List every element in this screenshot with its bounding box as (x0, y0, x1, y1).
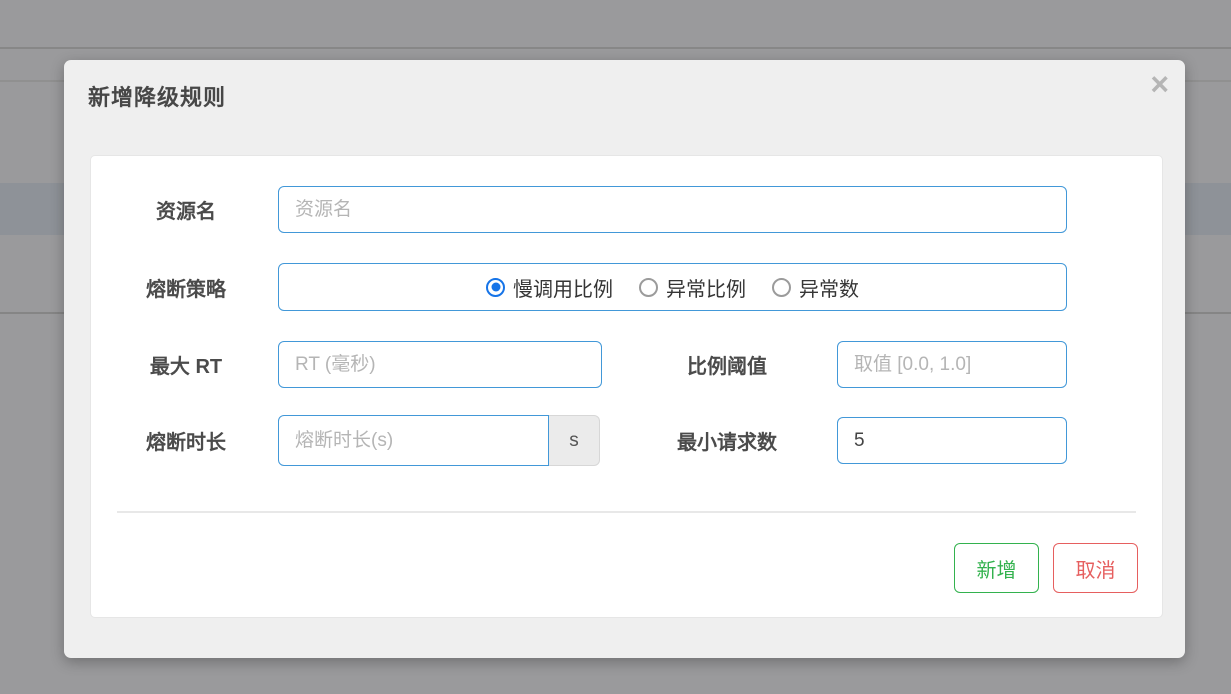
resource-name-input[interactable] (278, 186, 1067, 233)
background-table-line (0, 47, 1231, 49)
radio-label: 慢调用比例 (513, 273, 613, 302)
add-degrade-rule-dialog: 新增降级规则 × 资源名 熔断策略 慢调用比例 异常比例 异常数 (64, 60, 1185, 658)
dialog-title: 新增降级规则 (88, 80, 226, 112)
resource-name-label: 资源名 (111, 186, 261, 233)
strategy-label: 熔断策略 (111, 263, 261, 311)
footer-divider (117, 511, 1136, 513)
radio-unselected-icon (772, 278, 791, 297)
radio-error-ratio[interactable]: 异常比例 (639, 273, 746, 302)
ratio-threshold-label: 比例阈值 (647, 341, 807, 388)
radio-label: 异常数 (799, 273, 859, 302)
dimmed-page-background: 新增降级规则 × 资源名 熔断策略 慢调用比例 异常比例 异常数 (0, 0, 1231, 694)
ratio-threshold-input[interactable] (837, 341, 1067, 388)
max-rt-label: 最大 RT (111, 341, 261, 388)
rule-form-panel: 资源名 熔断策略 慢调用比例 异常比例 异常数 最大 RT 比例阈值 (90, 155, 1163, 618)
radio-selected-icon (486, 278, 505, 297)
strategy-radio-group: 慢调用比例 异常比例 异常数 (278, 263, 1067, 311)
confirm-button[interactable]: 新增 (954, 543, 1039, 593)
recovery-timeout-label: 熔断时长 (111, 415, 261, 466)
seconds-unit-addon: s (549, 415, 600, 466)
min-request-label: 最小请求数 (647, 417, 807, 464)
radio-unselected-icon (639, 278, 658, 297)
min-request-input[interactable] (837, 417, 1067, 464)
max-rt-input[interactable] (278, 341, 602, 388)
cancel-button[interactable]: 取消 (1053, 543, 1138, 593)
radio-label: 异常比例 (666, 273, 746, 302)
radio-slow-call-ratio[interactable]: 慢调用比例 (486, 273, 613, 302)
close-icon[interactable]: × (1150, 66, 1169, 102)
recovery-timeout-input[interactable] (278, 415, 549, 466)
radio-error-count[interactable]: 异常数 (772, 273, 859, 302)
recovery-timeout-group: s (278, 415, 600, 466)
